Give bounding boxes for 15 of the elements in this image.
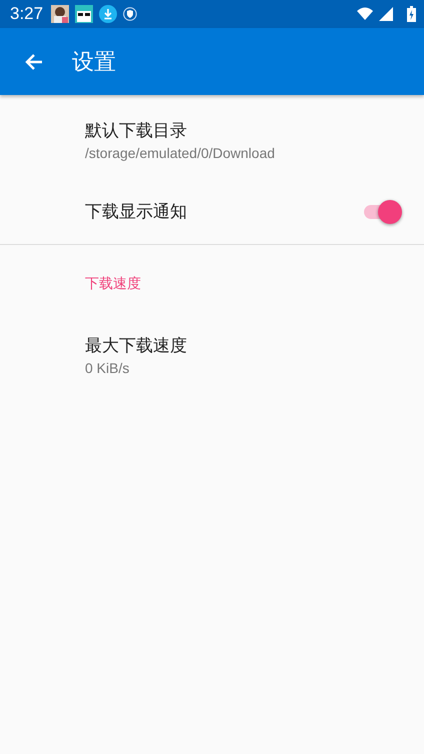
clock: 3:27 [10,4,44,24]
wifi-icon [357,7,373,21]
glasses-icon [75,5,94,23]
signal-icon [379,7,393,21]
battery-icon [407,6,416,22]
setting-summary: /storage/emulated/0/Download [85,145,276,161]
download-icon [99,5,118,23]
setting-title[interactable]: 下载显示通知 [85,200,362,223]
category-header: 下载速度 [84,275,142,294]
shield-icon [123,7,138,21]
screen-title: 设置 [72,48,116,76]
toggle-switch[interactable] [362,198,402,224]
setting-summary: 0 KiB/s [85,360,130,376]
setting-title[interactable]: 默认下载目录 [85,119,402,142]
setting-title[interactable]: 最大下载速度 [85,334,402,357]
